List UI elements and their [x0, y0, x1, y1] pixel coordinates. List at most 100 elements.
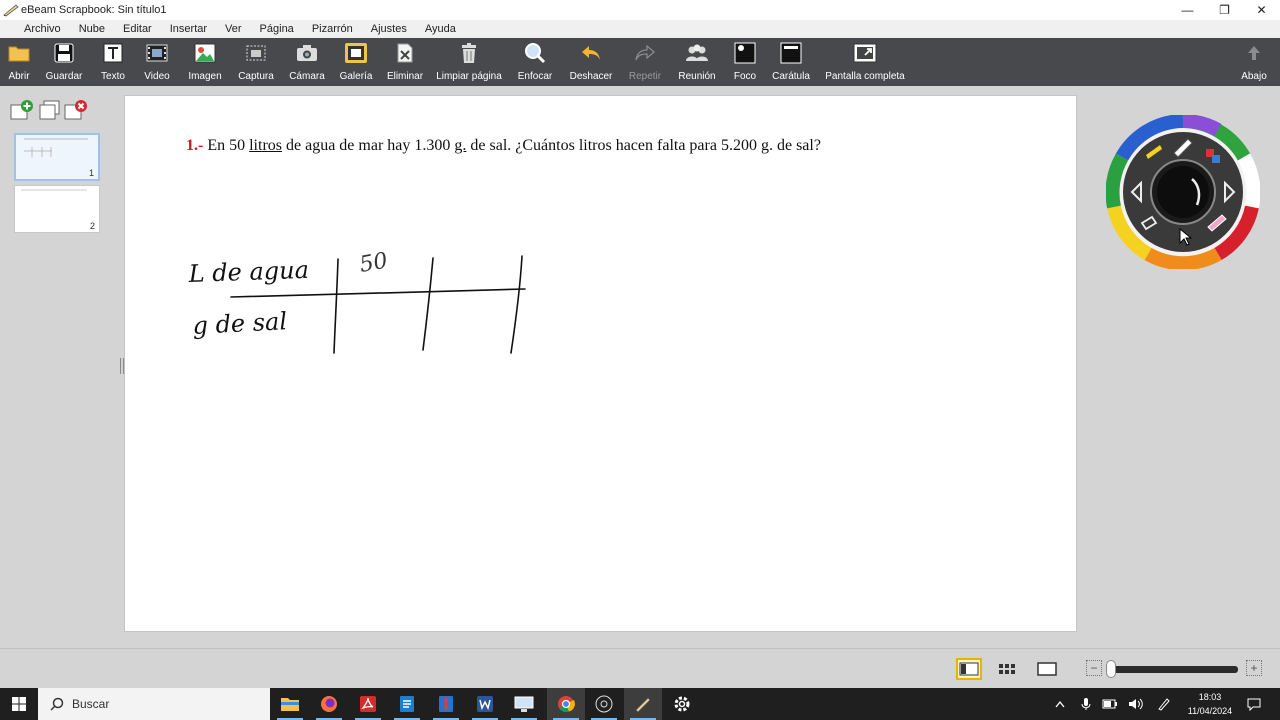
undo-icon [582, 46, 600, 60]
menu-ayuda[interactable]: Ayuda [425, 23, 456, 35]
acrobat-icon [360, 696, 376, 712]
taskbar-chrome[interactable] [547, 688, 585, 720]
menu-editar[interactable]: Editar [123, 23, 152, 35]
file-explorer-icon [281, 698, 299, 711]
menu-bar: Archivo Nube Editar Insertar Ver Página … [0, 20, 1280, 38]
menu-ver[interactable]: Ver [225, 23, 242, 35]
redo-icon [635, 44, 655, 61]
view-mode-grid-button[interactable] [995, 658, 1021, 680]
page-thumbnail-1[interactable]: 1 [14, 133, 100, 181]
caratula-button[interactable]: Carátula [772, 38, 810, 86]
texto-button[interactable]: Texto [98, 38, 128, 86]
abrir-button[interactable]: Abrir [4, 38, 34, 86]
captura-button[interactable]: Captura [237, 38, 275, 86]
pen-workspace-icon [1158, 698, 1170, 711]
taskbar-firefox[interactable] [310, 688, 348, 720]
reunion-button[interactable]: Reunión [676, 38, 718, 86]
page-thumbnail-2[interactable]: 2 [14, 185, 100, 233]
video-button[interactable]: Video [142, 38, 172, 86]
meeting-people-icon [686, 44, 708, 61]
menu-insertar[interactable]: Insertar [170, 23, 207, 35]
speaker-icon [1129, 698, 1143, 710]
recorder-icon [595, 695, 613, 713]
taskbar-ebeam[interactable] [624, 688, 662, 720]
tray-battery[interactable] [1100, 688, 1120, 720]
grid-view-icon [999, 664, 1015, 674]
folder-icon [8, 46, 30, 62]
taskbar-settings[interactable] [663, 688, 701, 720]
window-title: eBeam Scrapbook: Sin título1 [21, 4, 167, 16]
windows-taskbar: Buscar 18:03 11/04/2024 [0, 688, 1280, 720]
deshacer-button[interactable]: Deshacer [568, 38, 614, 86]
view-mode-page-button[interactable] [1034, 658, 1060, 680]
word-icon [477, 696, 493, 712]
notification-icon [1247, 698, 1261, 711]
save-icon [54, 43, 74, 63]
tray-volume[interactable] [1126, 688, 1146, 720]
view-mode-sidebar-button[interactable] [956, 658, 982, 680]
chrome-icon [558, 696, 575, 713]
taskbar-app-blue[interactable] [388, 688, 426, 720]
limpiar-pagina-button[interactable]: Limpiar página [436, 38, 502, 86]
galeria-button[interactable]: Galería [338, 38, 374, 86]
repetir-button[interactable]: Repetir [626, 38, 664, 86]
add-page-icon[interactable] [10, 100, 34, 120]
camara-button[interactable]: Cámara [289, 38, 325, 86]
delete-page-icon [397, 43, 413, 63]
microphone-icon [1081, 698, 1091, 710]
taskbar-word[interactable] [466, 688, 504, 720]
spotlight-icon [734, 42, 756, 64]
battery-icon [1102, 699, 1117, 709]
tray-pen[interactable] [1154, 688, 1174, 720]
eliminar-button[interactable]: Eliminar [386, 38, 424, 86]
firefox-icon [321, 696, 337, 712]
taskbar-obs[interactable] [585, 688, 623, 720]
ebeam-app-icon [3, 4, 19, 17]
status-bar: − + [0, 648, 1280, 688]
tray-microphone[interactable] [1076, 688, 1096, 720]
taskbar-app-pen[interactable] [427, 688, 465, 720]
menu-pagina[interactable]: Página [260, 23, 294, 35]
taskbar-remote-desktop[interactable] [505, 688, 543, 720]
zoom-in-button[interactable]: + [1246, 660, 1262, 676]
menu-nube[interactable]: Nube [79, 23, 105, 35]
taskbar-file-explorer[interactable] [271, 688, 309, 720]
foco-button[interactable]: Foco [730, 38, 760, 86]
abajo-button[interactable]: Abajo [1238, 38, 1270, 86]
enfocar-button[interactable]: Enfocar [516, 38, 554, 86]
menu-pizarron[interactable]: Pizarrón [312, 23, 353, 35]
maximize-button[interactable]: ❐ [1206, 0, 1243, 20]
pen-tool-icon [439, 696, 453, 712]
minimize-button[interactable]: — [1169, 0, 1206, 20]
zoom-out-button[interactable]: − [1086, 660, 1102, 676]
taskbar-clock[interactable]: 18:03 11/04/2024 [1180, 690, 1240, 718]
page-view-icon [1037, 662, 1057, 676]
ebeam-icon [635, 697, 651, 713]
menu-archivo[interactable]: Archivo [24, 23, 61, 35]
start-button[interactable] [0, 688, 38, 720]
guardar-button[interactable]: Guardar [44, 38, 84, 86]
handwritten-value-50: 50 [358, 248, 390, 277]
page-thumbnail-preview [24, 138, 88, 157]
taskbar-search-box[interactable]: Buscar [38, 688, 270, 720]
film-icon [146, 44, 168, 62]
main-toolbar: Abrir Guardar Texto Video Imagen Captura… [0, 38, 1280, 86]
tray-overflow-button[interactable] [1050, 688, 1070, 720]
menu-ajustes[interactable]: Ajustes [371, 23, 407, 35]
zoom-slider-track[interactable] [1108, 666, 1238, 673]
tray-notifications[interactable] [1244, 688, 1264, 720]
delete-page-icon[interactable] [64, 100, 88, 120]
image-icon [194, 43, 216, 63]
windows-logo-icon [12, 697, 26, 711]
zoom-slider-thumb[interactable] [1106, 660, 1116, 678]
duplicate-page-icon[interactable] [38, 100, 62, 120]
close-button[interactable]: ✕ [1243, 0, 1280, 20]
annotation-tool-wheel[interactable] [1106, 115, 1260, 269]
gallery-icon [345, 43, 367, 63]
imagen-button[interactable]: Imagen [186, 38, 224, 86]
taskbar-acrobat[interactable] [349, 688, 387, 720]
pantalla-completa-button[interactable]: Pantalla completa [824, 38, 906, 86]
whiteboard-canvas[interactable]: 1.- En 50 litros de agua de mar hay 1.30… [124, 95, 1077, 632]
screen-shade-icon [780, 42, 802, 64]
monitor-icon [514, 696, 534, 712]
